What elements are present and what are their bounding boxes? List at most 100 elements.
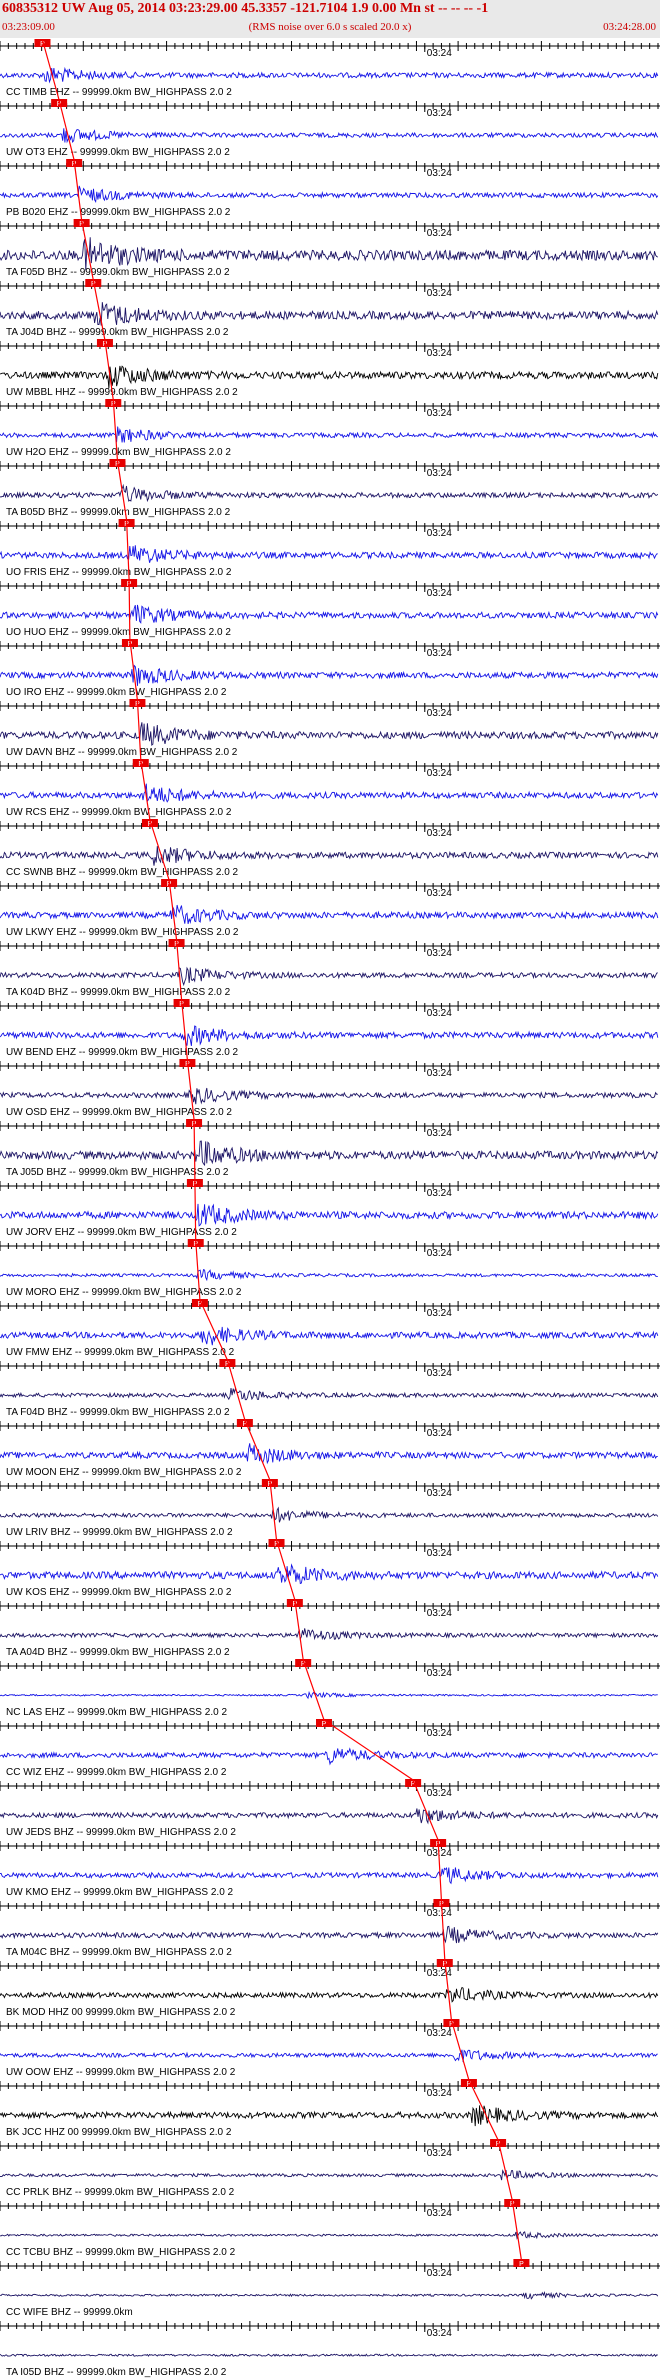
waveform-trace	[0, 1925, 659, 1944]
waveform-trace	[0, 846, 659, 866]
minute-mark-label: 03:24	[427, 108, 452, 119]
station-label: TA F05D BHZ -- 99999.0km BW_HIGHPASS 2.0…	[6, 267, 230, 278]
station-label: UW RCS EHZ -- 99999.0km BW_HIGHPASS 2.0 …	[6, 807, 232, 818]
minute-mark-label: 03:24	[427, 1908, 452, 1919]
station-label: PB B020 EHZ -- 99999.0km BW_HIGHPASS 2.0…	[6, 207, 231, 218]
minute-mark-label: 03:24	[427, 648, 452, 659]
waveform-trace	[0, 1387, 659, 1401]
minute-mark-label: 03:24	[427, 1668, 452, 1679]
waveform-trace	[0, 2049, 658, 2063]
waveform-trace	[0, 1087, 658, 1105]
minute-mark-label: 03:24	[427, 708, 452, 719]
station-label: CC WIZ EHZ -- 99999.0km BW_HIGHPASS 2.0 …	[6, 1767, 227, 1778]
waveform-trace	[0, 1690, 658, 1700]
minute-mark-label: 03:24	[427, 528, 452, 539]
station-label: UW H2O EHZ -- 99999.0km BW_HIGHPASS 2.0 …	[6, 447, 231, 458]
waveform-trace	[0, 664, 659, 686]
waveform-trace	[0, 1506, 659, 1523]
pick-label: P	[322, 1721, 327, 1728]
minute-mark-label: 03:24	[427, 1968, 452, 1979]
station-label: UW LKWY EHZ -- 99999.0km BW_HIGHPASS 2.0…	[6, 927, 239, 938]
minute-mark-label: 03:24	[427, 828, 452, 839]
waveform-trace	[0, 1326, 659, 1346]
waveform-trace	[0, 1140, 659, 1167]
waveform-trace	[0, 2169, 659, 2181]
waveform-trace	[0, 66, 659, 84]
waveform-trace	[0, 1563, 659, 1585]
waveform-trace	[0, 604, 659, 624]
station-label: TA F04D BHZ -- 99999.0km BW_HIGHPASS 2.0…	[6, 1407, 230, 1418]
station-label: UO HUO EHZ -- 99999.0km BW_HIGHPASS 2.0 …	[6, 627, 231, 638]
minute-mark-label: 03:24	[427, 888, 452, 899]
waveform-trace	[0, 1203, 659, 1227]
waveform-trace	[0, 426, 659, 443]
waveform-trace	[0, 483, 659, 503]
waveform-trace	[0, 1025, 659, 1046]
waveform-trace	[0, 545, 658, 563]
waveform-trace	[0, 783, 659, 803]
waveform-trace	[0, 1867, 659, 1885]
waveform-trace	[0, 1443, 658, 1465]
station-label: UO IRO EHZ -- 99999.0km BW_HIGHPASS 2.0 …	[6, 687, 227, 698]
station-label: UW LRIV BHZ -- 99999.0km BW_HIGHPASS 2.0…	[6, 1527, 233, 1538]
minute-mark-label: 03:24	[427, 1008, 452, 1019]
waveform-trace	[0, 185, 659, 204]
waveform-trace	[0, 1808, 659, 1825]
event-title: 60835312 UW Aug 05, 2014 03:23:29.00 45.…	[2, 1, 489, 16]
station-label: TA A04D BHZ -- 99999.0km BW_HIGHPASS 2.0…	[6, 1647, 230, 1658]
minute-mark-label: 03:24	[427, 408, 452, 419]
station-label: UW JEDS BHZ -- 99999.0km BW_HIGHPASS 2.0…	[6, 1827, 236, 1838]
minute-mark-label: 03:24	[427, 228, 452, 239]
station-label: UW MBBL HHZ -- 99999.0km BW_HIGHPASS 2.0…	[6, 387, 238, 398]
minute-mark-label: 03:24	[427, 2328, 452, 2339]
seismogram-record-section: 03:24 CC TIMB EHZ -- 99999.0km BW_HIGHPAS…	[0, 39, 660, 2378]
station-label: CC TIMB EHZ -- 99999.0km BW_HIGHPASS 2.0…	[6, 87, 232, 98]
minute-mark-label: 03:24	[427, 2208, 452, 2219]
waveform-trace	[0, 365, 659, 389]
station-label: UW DAVN BHZ -- 99999.0km BW_HIGHPASS 2.0…	[6, 747, 238, 758]
station-label: UW KMO EHZ -- 99999.0km BW_HIGHPASS 2.0 …	[6, 1887, 234, 1898]
waveform-trace	[0, 904, 659, 924]
waveform-trace	[0, 1747, 658, 1766]
window-end-time: 03:24:28.00	[603, 21, 656, 33]
station-label: TA K04D BHZ -- 99999.0km BW_HIGHPASS 2.0…	[6, 987, 231, 998]
minute-mark-label: 03:24	[427, 1548, 452, 1559]
station-label: TA B05D BHZ -- 99999.0km BW_HIGHPASS 2.0…	[6, 507, 231, 518]
station-label: UW MOON EHZ -- 99999.0km BW_HIGHPASS 2.0…	[6, 1467, 242, 1478]
minute-mark-label: 03:24	[427, 1488, 452, 1499]
waveform-trace	[0, 1268, 658, 1282]
minute-mark-label: 03:24	[427, 2028, 452, 2039]
minute-mark-label: 03:24	[427, 1248, 452, 1259]
minute-mark-label: 03:24	[427, 1188, 452, 1199]
station-label: TA J04D BHZ -- 99999.0km BW_HIGHPASS 2.0…	[6, 327, 229, 338]
station-label: UW BEND EHZ -- 99999.0km BW_HIGHPASS 2.0…	[6, 1047, 239, 1058]
minute-mark-label: 03:24	[427, 2148, 452, 2159]
station-label: UW OT3 EHZ -- 99999.0km BW_HIGHPASS 2.0 …	[6, 147, 230, 158]
minute-mark-label: 03:24	[427, 2088, 452, 2099]
minute-mark-label: 03:24	[427, 2268, 452, 2279]
minute-mark-label: 03:24	[427, 768, 452, 779]
minute-mark-label: 03:24	[427, 588, 452, 599]
pick-label: P	[519, 2261, 524, 2268]
minute-mark-label: 03:24	[427, 468, 452, 479]
waveform-trace	[0, 2291, 659, 2300]
minute-mark-label: 03:24	[427, 1368, 452, 1379]
waveform-trace	[0, 2353, 658, 2358]
station-label: BK MOD HHZ 00 99999.0km BW_HIGHPASS 2.0 …	[6, 2007, 236, 2018]
waveform-trace	[0, 966, 658, 987]
station-label: CC TCBU BHZ -- 99999.0km BW_HIGHPASS 2.0…	[6, 2247, 236, 2258]
minute-mark-label: 03:24	[427, 1308, 452, 1319]
minute-mark-label: 03:24	[427, 1068, 452, 1079]
station-label: TA J05D BHZ -- 99999.0km BW_HIGHPASS 2.0…	[6, 1167, 229, 1178]
station-label: UW KOS EHZ -- 99999.0km BW_HIGHPASS 2.0 …	[6, 1587, 232, 1598]
minute-mark-label: 03:24	[427, 288, 452, 299]
station-label: TA M04C BHZ -- 99999.0km BW_HIGHPASS 2.0…	[6, 1947, 232, 1958]
waveform-trace	[0, 1628, 659, 1641]
station-label: UW OSD EHZ -- 99999.0km BW_HIGHPASS 2.0 …	[6, 1107, 232, 1118]
station-label: UW FMW EHZ -- 99999.0km BW_HIGHPASS 2.0 …	[6, 1347, 235, 1358]
minute-mark-label: 03:24	[427, 948, 452, 959]
record-header: 60835312 UW Aug 05, 2014 03:23:29.00 45.…	[0, 0, 660, 38]
station-label: TA I05D BHZ -- 99999.0km BW_HIGHPASS 2.0…	[6, 2367, 227, 2378]
waveform-trace	[0, 128, 659, 144]
station-label: CC PRLK BHZ -- 99999.0km BW_HIGHPASS 2.0…	[6, 2187, 235, 2198]
